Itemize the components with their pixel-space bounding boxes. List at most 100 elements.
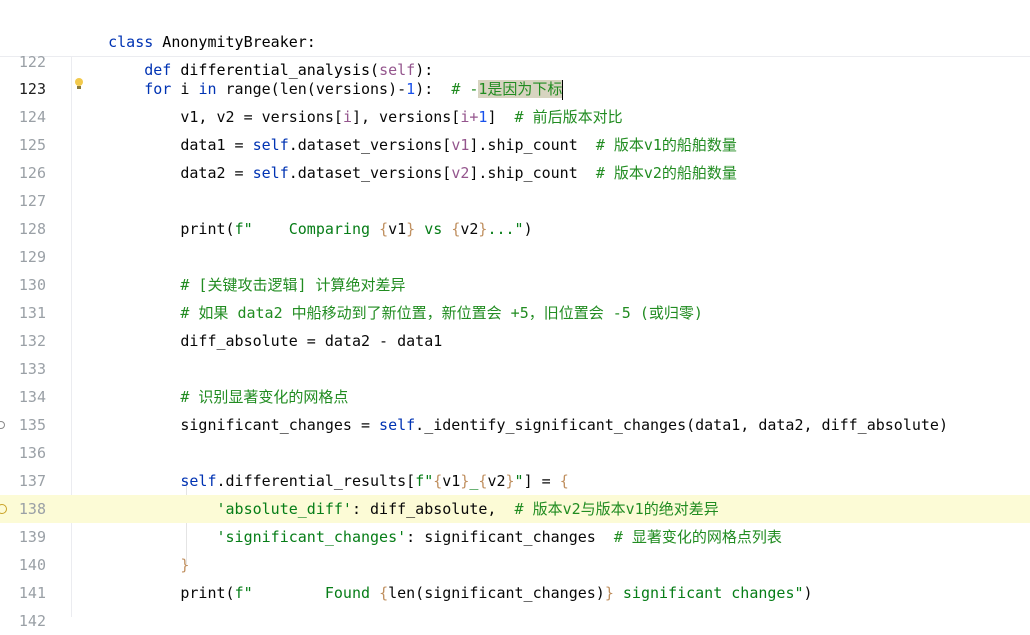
- code-text: }: [72, 551, 189, 579]
- var: v2: [451, 164, 470, 182]
- line-number: 134: [18, 388, 46, 406]
- code-line-137[interactable]: 137 self.differential_results[f"{v1}_{v2…: [0, 467, 1030, 495]
- comment: # -: [451, 80, 479, 98]
- in-keyword: in: [198, 80, 217, 98]
- var: v1: [451, 136, 470, 154]
- line-number: 123: [18, 80, 46, 98]
- line-number: 136: [18, 444, 46, 462]
- f-string: f": [415, 472, 434, 490]
- code-line-134[interactable]: 134 # 识别显著变化的网格点: [0, 383, 1030, 411]
- code-token: ): [523, 220, 533, 238]
- code-line-136[interactable]: 136: [0, 439, 1030, 467]
- code-line-130[interactable]: 130 # [关键攻击逻辑] 计算绝对差异: [0, 271, 1030, 299]
- f-string: significant changes": [613, 584, 804, 602]
- code-token: ._identify_significant_changes(data1, da…: [415, 416, 948, 434]
- brace: }: [604, 584, 614, 602]
- code-line-132[interactable]: 132 diff_absolute = data2 - data1: [0, 327, 1030, 355]
- brace: }: [505, 472, 515, 490]
- text-caret: [562, 79, 564, 100]
- var: v2: [487, 472, 506, 490]
- comment: # 显著变化的网格点列表: [613, 528, 782, 546]
- code-line-142[interactable]: 142: [0, 607, 1030, 635]
- code-token: significant_changes =: [72, 416, 380, 434]
- line-number: 129: [18, 248, 46, 266]
- line-number: 132: [18, 332, 46, 350]
- selected-comment-text: 1是因为下标: [478, 80, 563, 98]
- comment: # 版本v1的船舶数量: [595, 136, 737, 154]
- code-line-141[interactable]: 141 print(f" Found {len(significant_chan…: [0, 579, 1030, 607]
- dict-key-string: 'significant_changes': [216, 528, 407, 546]
- comment: # 识别显著变化的网格点: [72, 388, 349, 406]
- code-text: diff_absolute = data2 - data1: [72, 332, 443, 350]
- f-string: vs: [415, 220, 452, 238]
- line-number: 131: [18, 304, 46, 322]
- f-string: f" Found: [234, 584, 380, 602]
- code-token: ] =: [523, 472, 560, 490]
- code-token: : diff_absolute,: [351, 500, 515, 518]
- self-keyword: self: [252, 136, 289, 154]
- code-token: len(significant_changes): [388, 584, 605, 602]
- code-token: data1 =: [72, 136, 253, 154]
- line-number: 122: [18, 53, 46, 71]
- var: v2: [460, 220, 479, 238]
- code-line-129[interactable]: 129: [0, 243, 1030, 271]
- code-token: print(: [72, 220, 235, 238]
- index-var: i: [342, 108, 352, 126]
- code-token: range(len(versions)-: [216, 80, 407, 98]
- brace: {: [379, 220, 389, 238]
- self-keyword: self: [379, 416, 416, 434]
- code-token: data2 =: [72, 164, 253, 182]
- code-line-133[interactable]: 133: [0, 355, 1030, 383]
- code-line-127[interactable]: 127: [0, 187, 1030, 215]
- code-line-126[interactable]: 126 data2 = self.dataset_versions[v2].sh…: [0, 159, 1030, 187]
- code-token: .dataset_versions[: [288, 136, 452, 154]
- code-line-123[interactable]: 123 for i in range(len(versions)-1): # -…: [0, 75, 1030, 103]
- code-token: ]: [487, 108, 515, 126]
- f-string: ...": [487, 220, 524, 238]
- code-line-122[interactable]: 122: [0, 48, 1030, 76]
- code-token: ].ship_count: [469, 136, 596, 154]
- code-text: significant_changes = self._identify_sig…: [72, 411, 948, 439]
- code-text: print(f" Found {len(significant_changes)…: [72, 579, 813, 607]
- line-number: 141: [18, 584, 46, 602]
- code-token: ], versions[: [351, 108, 461, 126]
- code-text: 'absolute_diff': diff_absolute, # 版本v2与版…: [72, 495, 719, 523]
- code-line-128[interactable]: 128 print(f" Comparing {v1} vs {v2}..."): [0, 215, 1030, 243]
- brace: }: [406, 220, 416, 238]
- sticky-class-line[interactable]: class AnonymityBreaker:: [72, 0, 316, 51]
- code-token: : significant_changes: [406, 528, 614, 546]
- for-keyword: for: [144, 80, 172, 98]
- code-line-139[interactable]: 139 'significant_changes': significant_c…: [0, 523, 1030, 551]
- code-line-124[interactable]: 124 v1, v2 = versions[i], versions[i+1] …: [0, 103, 1030, 131]
- code-line-140[interactable]: 140 }: [0, 551, 1030, 579]
- line-number: 140: [18, 556, 46, 574]
- brace: {: [433, 472, 443, 490]
- code-line-138[interactable]: 138 'absolute_diff': diff_absolute, # 版本…: [0, 495, 1030, 523]
- f-string: f" Comparing: [234, 220, 380, 238]
- line-number: 133: [18, 360, 46, 378]
- line-number: 126: [18, 164, 46, 182]
- code-line-125[interactable]: 125 data1 = self.dataset_versions[v1].sh…: [0, 131, 1030, 159]
- brace: {: [451, 220, 461, 238]
- line-number: 139: [18, 528, 46, 546]
- code-token: print(: [72, 584, 235, 602]
- self-keyword: self: [180, 472, 217, 490]
- code-token: .dataset_versions[: [288, 164, 452, 182]
- code-text: 'significant_changes': significant_chang…: [72, 523, 782, 551]
- code-line-135[interactable]: 135 significant_changes = self._identify…: [0, 411, 1030, 439]
- code-text: v1, v2 = versions[i], versions[i+1] # 前后…: [72, 103, 622, 131]
- line-number: 137: [18, 472, 46, 490]
- code-token: ): [803, 584, 813, 602]
- line-number: 127: [18, 192, 46, 210]
- code-token: ].ship_count: [469, 164, 596, 182]
- line-number: 135: [18, 416, 46, 434]
- line-number: 130: [18, 276, 46, 294]
- code-text: for i in range(len(versions)-1): # -1是因为…: [72, 75, 564, 103]
- code-text: data1 = self.dataset_versions[v1].ship_c…: [72, 131, 737, 159]
- code-text: self.differential_results[f"{v1}_{v2}"] …: [72, 467, 568, 495]
- code-line-131[interactable]: 131 # 如果 data2 中船移动到了新位置，新位置会 +5，旧位置会 -5…: [0, 299, 1030, 327]
- code-token: i: [171, 80, 199, 98]
